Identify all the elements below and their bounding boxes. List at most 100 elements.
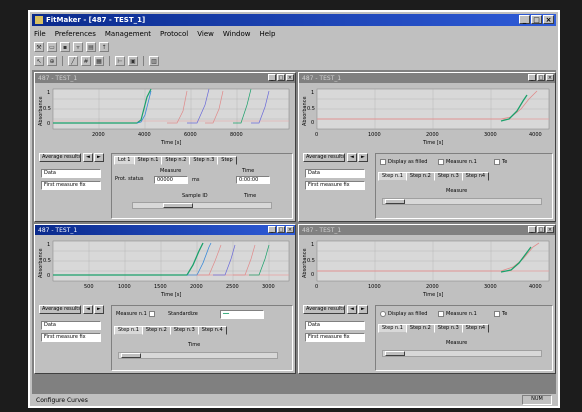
child-window-bottom-left[interactable]: 487 - TEST_1 _ □ × Absorbance 1 0.5 0 50… xyxy=(34,224,296,374)
measure-1-checkbox[interactable]: Measure n.1 xyxy=(438,311,477,317)
child-window-top-right[interactable]: 487 - TEST_1 _ □ × Absorbance 1 0.5 0 0 … xyxy=(298,72,556,222)
prev-button[interactable]: ◄ xyxy=(83,305,93,314)
tab-step-4[interactable]: Step n.4 xyxy=(197,326,227,335)
te-checkbox[interactable]: Te xyxy=(494,159,507,165)
data-select[interactable]: Data xyxy=(41,169,101,178)
average-results-button[interactable]: Average results xyxy=(303,305,345,314)
tab-step-3[interactable]: Step n.3 xyxy=(189,156,219,165)
calc-icon[interactable]: ▣ xyxy=(128,56,138,66)
export-icon[interactable]: ↑ xyxy=(99,42,109,52)
save-icon[interactable]: ▪ xyxy=(60,42,70,52)
te-checkbox[interactable]: Te xyxy=(494,311,507,317)
cursor-icon[interactable]: ↖ xyxy=(34,56,44,66)
tab-lot-1[interactable]: Lot 1 xyxy=(114,156,135,165)
prev-button[interactable]: ◄ xyxy=(347,305,357,314)
child-maximize-button[interactable]: □ xyxy=(537,74,545,81)
tab-step-4[interactable]: Step n4 xyxy=(461,172,490,181)
maximize-button[interactable]: □ xyxy=(531,15,542,24)
menu-protocol[interactable]: Protocol xyxy=(160,30,188,38)
menu-management[interactable]: Management xyxy=(105,30,151,38)
average-results-button[interactable]: Average results xyxy=(39,153,81,162)
child-minimize-button[interactable]: _ xyxy=(268,226,276,233)
menu-view[interactable]: View xyxy=(197,30,214,38)
standardize-checkbox[interactable]: Standardize xyxy=(168,311,198,317)
menu-preferences[interactable]: Preferences xyxy=(55,30,96,38)
menu-window[interactable]: Window xyxy=(223,30,251,38)
tab-step-2[interactable]: Step n.2 xyxy=(161,156,191,165)
absorbance-plot[interactable]: Absorbance 1 0.5 0 0 1000 2000 3000 4000… xyxy=(301,237,553,301)
horizontal-scrollbar[interactable] xyxy=(382,350,542,357)
horizontal-scrollbar[interactable] xyxy=(382,198,542,205)
measure-1-checkbox[interactable]: Measure n.1 xyxy=(116,311,155,317)
next-button[interactable]: ► xyxy=(94,153,104,162)
child-title-bar[interactable]: 487 - TEST_1 _ □ × xyxy=(299,73,555,83)
time-field[interactable]: 0:00:00 xyxy=(236,176,270,184)
tab-step-4[interactable]: Step n4 xyxy=(461,324,490,333)
close-button[interactable]: × xyxy=(543,15,554,24)
line-tool-icon[interactable]: ╱ xyxy=(68,56,78,66)
measure-select[interactable]: First measure fix xyxy=(41,181,101,190)
data-select[interactable]: Data xyxy=(41,321,101,330)
title-bar[interactable]: FitMaker - [487 - TEST_1] _ □ × xyxy=(32,14,556,26)
measure-field[interactable]: 00000 xyxy=(154,176,188,184)
tab-step[interactable]: Step xyxy=(217,156,237,165)
display-filled-checkbox[interactable]: Display as filled xyxy=(380,311,427,317)
measure-select[interactable]: First measure fix xyxy=(305,333,365,342)
data-select[interactable]: Data xyxy=(305,321,365,330)
child-minimize-button[interactable]: _ xyxy=(528,74,536,81)
data-select[interactable]: Data xyxy=(305,169,365,178)
child-close-button[interactable]: × xyxy=(286,226,294,233)
next-button[interactable]: ► xyxy=(358,305,368,314)
horizontal-scrollbar[interactable] xyxy=(132,202,272,209)
prev-button[interactable]: ◄ xyxy=(347,153,357,162)
grid-icon[interactable]: # xyxy=(81,56,91,66)
child-maximize-button[interactable]: □ xyxy=(537,226,545,233)
child-minimize-button[interactable]: _ xyxy=(528,226,536,233)
average-results-button[interactable]: Average results xyxy=(303,153,345,162)
wrench-icon[interactable]: ⚒ xyxy=(34,42,44,52)
zoom-icon[interactable]: ⊕ xyxy=(47,56,57,66)
child-title-bar[interactable]: 487 - TEST_1 _ □ × xyxy=(299,225,555,235)
child-close-button[interactable]: × xyxy=(286,74,294,81)
child-window-top-left[interactable]: 487 - TEST_1 _ □ × Absorbance 1 0.5 0 20… xyxy=(34,72,296,222)
menu-help[interactable]: Help xyxy=(259,30,275,38)
next-button[interactable]: ► xyxy=(94,305,104,314)
absorbance-plot[interactable]: Absorbance 1 0.5 0 500 1000 1500 2000 25… xyxy=(37,237,293,301)
child-window-bottom-right[interactable]: 487 - TEST_1 _ □ × Absorbance 1 0.5 0 0 … xyxy=(298,224,556,374)
line-style-select[interactable]: ━━ xyxy=(220,310,264,319)
tab-step-1[interactable]: Step n.1 xyxy=(133,156,163,165)
tab-step-3[interactable]: Step n.3 xyxy=(169,326,199,335)
open-folder-icon[interactable]: ▭ xyxy=(47,42,57,52)
filter-icon[interactable]: ▿ xyxy=(73,42,83,52)
next-button[interactable]: ► xyxy=(358,153,368,162)
tab-step-2[interactable]: Step n.2 xyxy=(141,326,171,335)
tab-step-1[interactable]: Step n.1 xyxy=(114,326,143,335)
horizontal-scrollbar[interactable] xyxy=(118,352,278,359)
tab-step-2[interactable]: Step n.2 xyxy=(405,172,435,181)
child-minimize-button[interactable]: _ xyxy=(268,74,276,81)
child-maximize-button[interactable]: □ xyxy=(277,226,285,233)
tab-step-3[interactable]: Step n.3 xyxy=(433,172,463,181)
child-close-button[interactable]: × xyxy=(546,74,554,81)
measure-icon[interactable]: ⊢ xyxy=(115,56,125,66)
absorbance-plot[interactable]: Absorbance 1 0.5 0 2000 4000 6000 8000 T… xyxy=(37,85,293,149)
tab-step-2[interactable]: Step n.2 xyxy=(405,324,435,333)
tab-step-1[interactable]: Step n.1 xyxy=(378,172,407,181)
prev-button[interactable]: ◄ xyxy=(83,153,93,162)
menu-file[interactable]: File xyxy=(34,30,46,38)
minimize-button[interactable]: _ xyxy=(519,15,530,24)
table-icon[interactable]: ▦ xyxy=(94,56,104,66)
print-icon[interactable]: ▤ xyxy=(86,42,96,52)
child-title-bar[interactable]: 487 - TEST_1 _ □ × xyxy=(35,225,295,235)
child-maximize-button[interactable]: □ xyxy=(277,74,285,81)
absorbance-plot[interactable]: Absorbance 1 0.5 0 0 1000 2000 3000 4000… xyxy=(301,85,553,149)
average-results-button[interactable]: Average results xyxy=(39,305,81,314)
tab-step-1[interactable]: Step n.1 xyxy=(378,324,407,333)
child-close-button[interactable]: × xyxy=(546,226,554,233)
measure-select[interactable]: First measure fix xyxy=(305,181,365,190)
measure-1-checkbox[interactable]: Measure n.1 xyxy=(438,159,477,165)
display-filled-checkbox[interactable]: Display as filled xyxy=(380,159,427,165)
chart-icon[interactable]: ▥ xyxy=(149,56,159,66)
measure-select[interactable]: First measure fix xyxy=(41,333,101,342)
tab-step-3[interactable]: Step n.3 xyxy=(433,324,463,333)
